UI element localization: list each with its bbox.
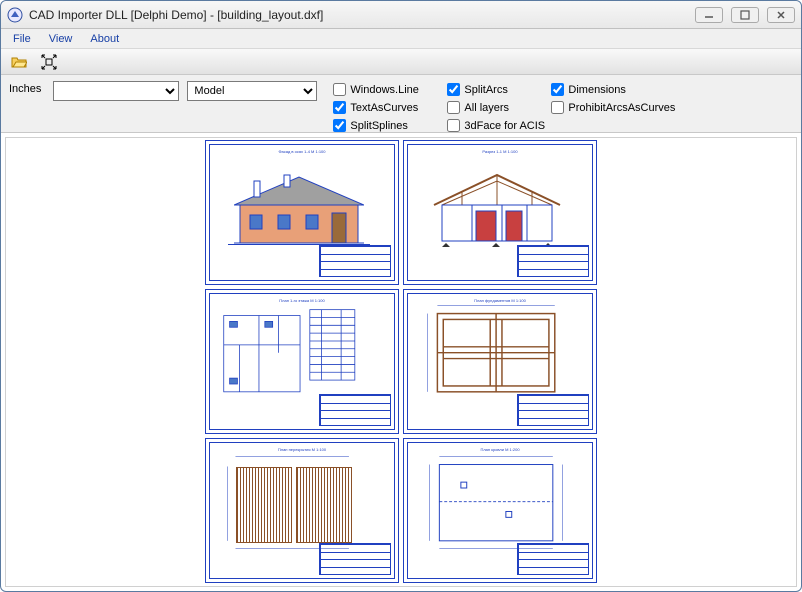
- minimize-button[interactable]: [695, 7, 723, 23]
- chk-label: SplitArcs: [464, 84, 507, 96]
- menu-file[interactable]: File: [5, 31, 39, 47]
- window-buttons: [695, 7, 795, 23]
- chk-split-splines[interactable]: SplitSplines: [333, 117, 443, 134]
- chk-label: SplitSplines: [350, 120, 407, 132]
- chk-label: TextAsCurves: [350, 102, 418, 114]
- options-panel: Inches Model Windows.Line SplitArcs Dime…: [1, 75, 801, 133]
- sheet-roof-plan: План перекрытия М 1:100: [205, 438, 399, 583]
- menubar: File View About: [1, 29, 801, 49]
- sheets-grid: Фасад в осях 1-4 М 1:100: [205, 140, 597, 586]
- chk-label: ProhibitArcsAsCurves: [568, 102, 675, 114]
- window-title: CAD Importer DLL [Delphi Demo] - [buildi…: [29, 8, 695, 22]
- layout-combo[interactable]: Model: [187, 81, 317, 101]
- chk-label: Windows.Line: [350, 84, 418, 96]
- chk-label: All layers: [464, 102, 509, 114]
- maximize-button[interactable]: [731, 7, 759, 23]
- sheet-elevation-front: Фасад в осях 1-4 М 1:100: [205, 140, 399, 285]
- sheet-roof-outline: План кровли М 1:200: [403, 438, 597, 583]
- chk-text-as-curves[interactable]: TextAsCurves: [333, 99, 443, 116]
- chk-3dface-acis[interactable]: 3dFace for ACIS: [447, 117, 547, 134]
- chk-dimensions[interactable]: Dimensions: [551, 81, 701, 98]
- toolbar: [1, 49, 801, 75]
- drawing-canvas[interactable]: Фасад в осях 1-4 М 1:100: [5, 137, 797, 587]
- sheet-section: Разрез 1-1 М 1:100: [403, 140, 597, 285]
- open-file-button[interactable]: [9, 52, 29, 72]
- fit-extents-button[interactable]: [39, 52, 59, 72]
- units-combo[interactable]: [53, 81, 179, 101]
- menu-about[interactable]: About: [82, 31, 127, 47]
- chk-all-layers[interactable]: All layers: [447, 99, 547, 116]
- close-button[interactable]: [767, 7, 795, 23]
- sheet-foundation-plan: План фундаментов М 1:100: [403, 289, 597, 434]
- chk-windows-line[interactable]: Windows.Line: [333, 81, 443, 98]
- sheet-floor-plan: План 1-го этажа М 1:100: [205, 289, 399, 434]
- chk-label: 3dFace for ACIS: [464, 120, 545, 132]
- checkbox-grid: Windows.Line SplitArcs Dimensions TextAs…: [333, 81, 701, 134]
- titlebar: CAD Importer DLL [Delphi Demo] - [buildi…: [1, 1, 801, 29]
- app-icon: [7, 7, 23, 23]
- chk-label: Dimensions: [568, 84, 625, 96]
- chk-prohibit-arcs[interactable]: ProhibitArcsAsCurves: [551, 99, 701, 116]
- chk-split-arcs[interactable]: SplitArcs: [447, 81, 547, 98]
- units-label: Inches: [9, 81, 41, 95]
- menu-view[interactable]: View: [41, 31, 81, 47]
